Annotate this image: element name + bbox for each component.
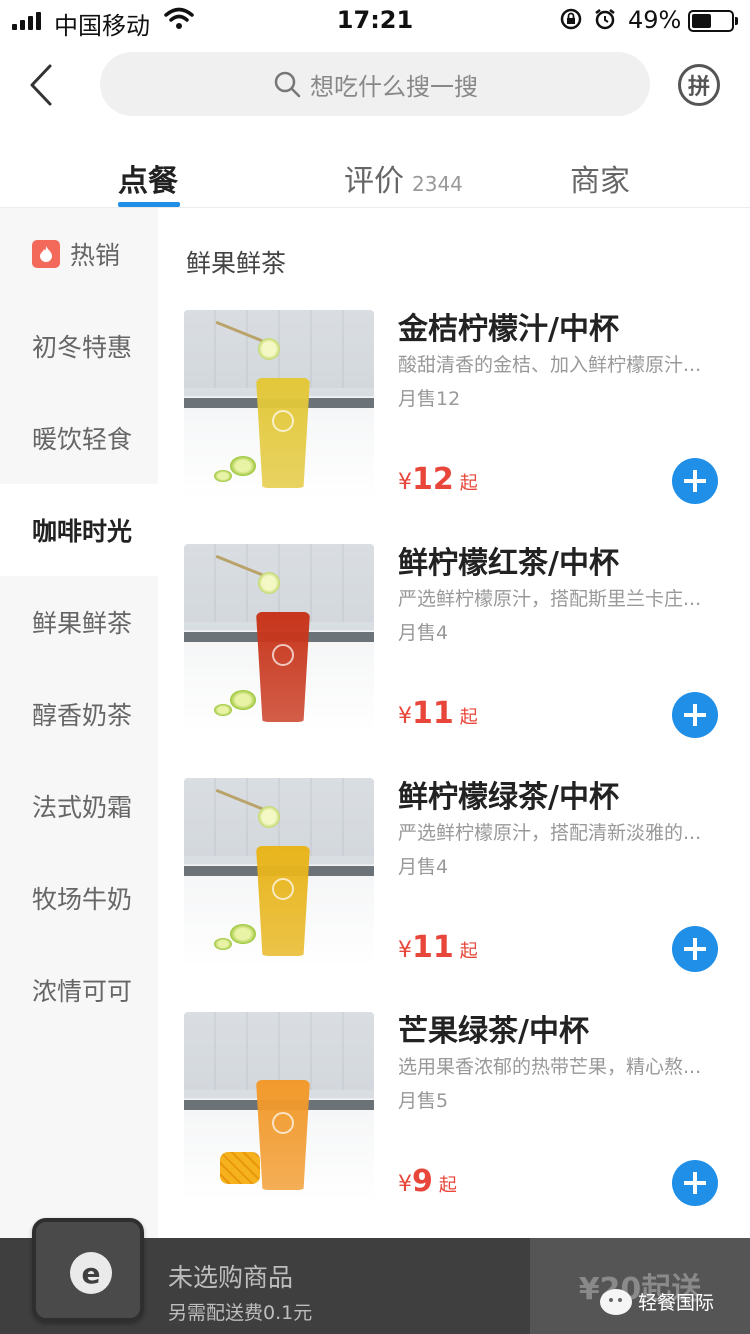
product-item[interactable]: 芒果绿茶/中杯 选用果香浓郁的热带芒果，精心熬... 月售5 ¥9 起 xyxy=(184,1012,744,1206)
search-icon xyxy=(274,71,301,98)
search-placeholder: 想吃什么搜一搜 xyxy=(310,72,478,101)
watermark: 轻餐国际 xyxy=(600,1288,714,1315)
cart-summary: 未选购商品 另需配送费0.1元 xyxy=(168,1258,312,1325)
review-count: 2344 xyxy=(412,172,463,196)
checkout-button[interactable]: ¥20起送 xyxy=(530,1238,750,1334)
product-price: ¥11 起 xyxy=(398,930,478,965)
wechat-icon xyxy=(600,1288,632,1315)
sidebar-item-cream[interactable]: 法式奶霜 xyxy=(0,760,158,852)
add-to-cart-button[interactable] xyxy=(672,1160,718,1206)
product-price: ¥9 起 xyxy=(398,1164,457,1199)
alarm-icon xyxy=(595,9,615,30)
cart-status: 未选购商品 xyxy=(168,1263,294,1292)
sidebar-item-coffee[interactable]: 咖啡时光 xyxy=(0,484,158,576)
product-price: ¥12 起 xyxy=(398,462,478,497)
tab-active-indicator xyxy=(118,202,180,207)
add-to-cart-button[interactable] xyxy=(672,692,718,738)
product-description: 酸甜清香的金桔、加入鲜柠檬原汁... xyxy=(398,354,702,376)
tab-order[interactable]: 点餐 xyxy=(118,156,178,200)
sidebar-item-milk-tea[interactable]: 醇香奶茶 xyxy=(0,668,158,760)
flame-icon xyxy=(32,240,60,268)
delivery-fee: 另需配送费0.1元 xyxy=(168,1302,313,1324)
product-name[interactable]: 芒果绿茶/中杯 xyxy=(398,1006,589,1050)
product-item[interactable]: 鲜柠檬红茶/中杯 严选鲜柠檬原汁，搭配斯里兰卡庄... 月售4 ¥11 起 xyxy=(184,544,744,738)
product-sales: 月售4 xyxy=(398,622,449,644)
search-input[interactable]: 想吃什么搜一搜 xyxy=(100,52,650,116)
sidebar-item-winter-special[interactable]: 初冬特惠 xyxy=(0,300,158,392)
group-order-button[interactable]: 拼 xyxy=(678,64,720,106)
category-sidebar: 热销 初冬特惠 暖饮轻食 咖啡时光 鲜果鲜茶 醇香奶茶 法式奶霜 牧场牛奶 浓情… xyxy=(0,208,158,1238)
product-image[interactable] xyxy=(184,544,374,734)
product-image[interactable] xyxy=(184,778,374,968)
sidebar-item-warm-drinks[interactable]: 暖饮轻食 xyxy=(0,392,158,484)
cart-icon[interactable]: e xyxy=(32,1218,144,1322)
product-description: 严选鲜柠檬原汁，搭配清新淡雅的... xyxy=(398,822,702,844)
tab-bar: 点餐 评价 2344 商家 xyxy=(0,140,750,208)
sidebar-item-hot[interactable]: 热销 xyxy=(0,208,158,300)
status-bar: 中国移动 17:21 49% xyxy=(0,0,750,40)
product-description: 选用果香浓郁的热带芒果，精心熬... xyxy=(398,1056,702,1078)
tab-merchant[interactable]: 商家 xyxy=(570,156,630,200)
add-to-cart-button[interactable] xyxy=(672,458,718,504)
product-description: 严选鲜柠檬原汁，搭配斯里兰卡庄... xyxy=(398,588,702,610)
product-item[interactable]: 金桔柠檬汁/中杯 酸甜清香的金桔、加入鲜柠檬原汁... 月售12 ¥12 起 xyxy=(184,310,744,504)
sidebar-item-cocoa[interactable]: 浓情可可 xyxy=(0,944,158,1036)
sidebar-item-fruit-tea[interactable]: 鲜果鲜茶 xyxy=(0,576,158,668)
product-name[interactable]: 鲜柠檬红茶/中杯 xyxy=(398,538,619,582)
product-image[interactable] xyxy=(184,1012,374,1202)
product-item[interactable]: 鲜柠檬绿茶/中杯 严选鲜柠檬原汁，搭配清新淡雅的... 月售4 ¥11 起 xyxy=(184,778,744,972)
product-image[interactable] xyxy=(184,310,374,500)
section-title: 鲜果鲜茶 xyxy=(186,249,287,278)
product-sales: 月售4 xyxy=(398,856,449,878)
tab-reviews[interactable]: 评价 2344 xyxy=(344,156,463,200)
product-price: ¥11 起 xyxy=(398,696,478,731)
sidebar-item-milk[interactable]: 牧场牛奶 xyxy=(0,852,158,944)
battery-percent: 49% xyxy=(628,6,682,34)
add-to-cart-button[interactable] xyxy=(672,926,718,972)
product-name[interactable]: 金桔柠檬汁/中杯 xyxy=(398,304,619,348)
rotation-lock-icon xyxy=(560,8,582,30)
back-arrow-icon[interactable] xyxy=(22,58,62,112)
product-name[interactable]: 鲜柠檬绿茶/中杯 xyxy=(398,772,619,816)
battery-icon xyxy=(688,10,738,32)
product-sales: 月售12 xyxy=(398,388,461,410)
cart-logo: e xyxy=(70,1252,112,1294)
product-sales: 月售5 xyxy=(398,1090,449,1112)
